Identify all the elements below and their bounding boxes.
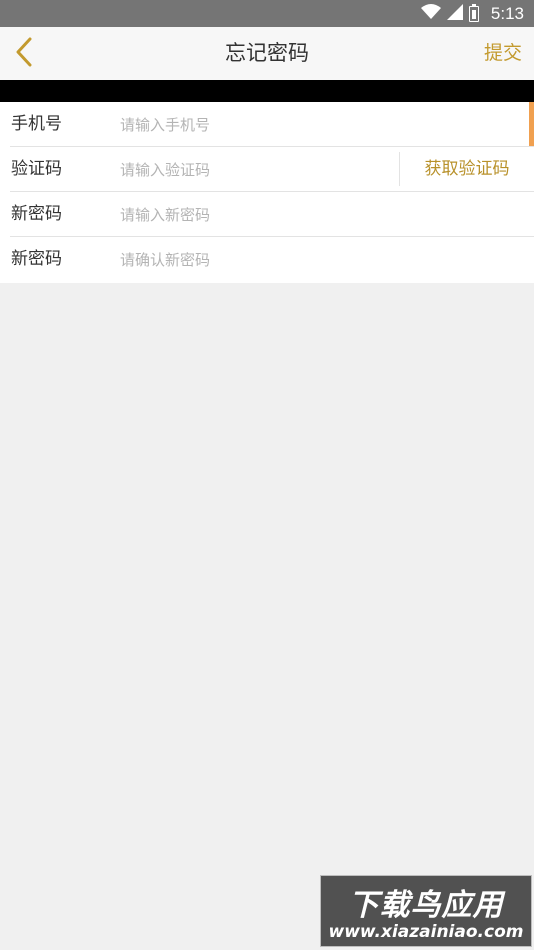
verification-code-input[interactable] xyxy=(118,154,390,185)
status-time: 5:13 xyxy=(490,3,524,23)
phone-input[interactable] xyxy=(118,109,520,140)
verification-code-row: 验证码 获取验证码 xyxy=(0,147,534,192)
status-bar: 5:13 xyxy=(0,0,534,27)
new-password-row: 新密码 xyxy=(0,192,534,237)
confirm-password-row: 新密码 xyxy=(0,237,534,282)
forgot-password-form: 手机号 验证码 获取验证码 新密码 新密码 xyxy=(0,102,534,283)
new-password-input[interactable] xyxy=(118,199,520,230)
phone-label: 手机号 xyxy=(11,114,62,134)
new-password-label: 新密码 xyxy=(11,204,62,224)
verification-code-label: 验证码 xyxy=(11,159,62,179)
confirm-password-input[interactable] xyxy=(118,244,520,275)
watermark-logo: 下载鸟应用 www.xiazainiao.com xyxy=(320,875,532,947)
back-button[interactable] xyxy=(4,27,44,80)
watermark-title: 下载鸟应用 xyxy=(348,888,504,923)
wifi-icon xyxy=(420,3,441,24)
focus-indicator xyxy=(529,102,534,147)
watermark-url: www.xiazainiao.com xyxy=(328,922,524,942)
app-header: 忘记密码 提交 xyxy=(0,27,534,80)
page-title: 忘记密码 xyxy=(225,41,309,65)
black-band xyxy=(0,80,534,102)
submit-button[interactable]: 提交 xyxy=(484,27,522,80)
get-verification-code-button[interactable]: 获取验证码 xyxy=(400,147,534,192)
battery-charging-icon xyxy=(468,3,479,22)
phone-row: 手机号 xyxy=(0,102,534,147)
confirm-password-label: 新密码 xyxy=(11,249,62,269)
cellular-signal-icon xyxy=(446,3,463,24)
status-icons: 5:13 xyxy=(420,0,524,27)
chevron-left-icon xyxy=(15,37,33,71)
